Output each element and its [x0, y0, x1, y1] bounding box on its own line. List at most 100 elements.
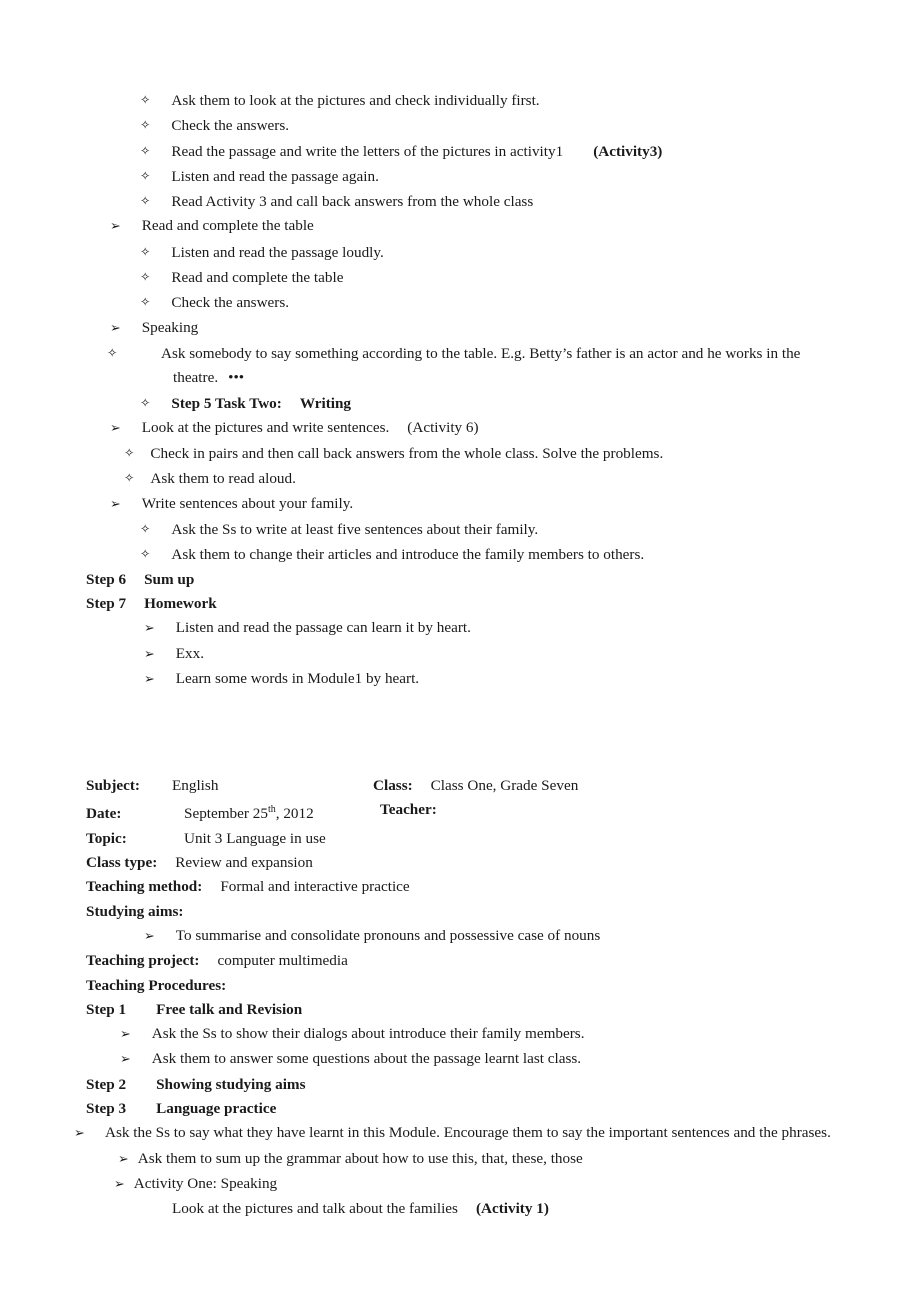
list-item-text: Write sentences about your family.: [141, 494, 354, 512]
arrow-bullet-icon: ➢: [118, 1151, 129, 1167]
field-row-class-type: Class type: Review and expansion: [86, 851, 848, 875]
list-item-text: Listen and read the passage again.: [171, 167, 379, 185]
list-item: ✧ Ask them to read aloud.: [86, 466, 848, 491]
list-item: ✧ Check the answers.: [86, 113, 848, 138]
diamond-bullet-icon: ✧: [140, 142, 151, 158]
arrow-bullet-icon: ➢: [144, 646, 155, 662]
list-item-heading: ➢ Write sentences about your family.: [86, 492, 848, 517]
step7-value: Homework: [144, 594, 217, 612]
step6-heading: Step 6 Sum up: [86, 568, 848, 592]
step2-value: Showing studying aims: [156, 1075, 306, 1093]
step5-label: Step 5 Task Two:: [171, 394, 282, 412]
diamond-bullet-icon: ✧: [124, 445, 135, 461]
diamond-bullet-icon: ✧: [140, 394, 151, 410]
teaching-method-label: Teaching method:: [86, 878, 203, 896]
field-row-subject-class: Subject: English Class: Class One, Grade S…: [86, 774, 848, 798]
subject-label: Subject:: [86, 777, 140, 795]
diamond-bullet-icon: ✧: [140, 92, 151, 107]
document-body: ✧ Ask them to look at the pictures and ch…: [74, 88, 848, 1222]
step7-label: Step 7: [86, 594, 127, 612]
list-item-text: Ask them to look at the pictures and che…: [171, 92, 540, 109]
teaching-method-value: Formal and interactive practice: [220, 878, 410, 896]
list-item: ➢ Listen and read the passage can learn i…: [86, 616, 848, 641]
list-item-heading: ➢ Speaking: [86, 316, 848, 341]
list-item-text: Check in pairs and then call back answer…: [150, 445, 664, 463]
step6-value: Sum up: [144, 570, 195, 588]
step1-heading: Step 1 Free talk and Revision: [86, 998, 848, 1022]
date-label: Date:: [86, 805, 122, 823]
diamond-bullet-icon: ✧: [140, 167, 151, 183]
list-item: ✧ Ask the Ss to write at least five sente…: [86, 517, 848, 542]
arrow-bullet-icon: ➢: [144, 621, 155, 637]
diamond-bullet-icon: ✧: [140, 243, 151, 259]
list-item: ➢ Ask them to answer some questions about…: [86, 1047, 848, 1072]
teaching-procedures-label: Teaching Procedures:: [86, 976, 227, 994]
list-item-text: Ask somebody to say something according …: [161, 344, 801, 387]
arrow-bullet-icon: ➢: [110, 420, 121, 436]
section-lesson-plan-header: Subject: English Class: Class One, Grade S…: [74, 774, 848, 1221]
diamond-bullet-icon: ✧: [124, 470, 135, 486]
diamond-bullet-icon: ✧: [140, 546, 151, 562]
field-row-topic: Topic: Unit 3 Language in use: [86, 827, 848, 851]
arrow-bullet-icon: ➢: [144, 928, 155, 944]
section-continued-procedures: ✧ Ask them to look at the pictures and ch…: [86, 88, 848, 692]
step3-heading: Step 3 Language practice: [86, 1097, 848, 1121]
arrow-bullet-icon: ➢: [110, 320, 121, 336]
list-item: ➢ Ask the Ss to say what they have learnt…: [74, 1124, 831, 1142]
class-type-value: Review and expansion: [175, 854, 313, 872]
list-item-text: Exx.: [175, 644, 204, 662]
step2-label: Step 2: [86, 1075, 127, 1093]
list-item: ➢ Look at the pictures and write sentence…: [86, 416, 848, 441]
class-value: Class One, Grade Seven: [430, 777, 579, 795]
list-item-text: Speaking: [141, 318, 199, 336]
list-item-text: Ask the Ss to write at least five senten…: [171, 521, 539, 539]
field-row-teaching-project: Teaching project: computer multimedia: [86, 949, 848, 973]
activity-tag: (Activity3): [593, 142, 663, 160]
date-value-tail: , 2012: [275, 805, 314, 823]
step3-value: Language practice: [156, 1100, 277, 1118]
list-item-text: Learn some words in Module1 by heart.: [175, 669, 420, 687]
list-item-text: To summarise and consolidate pronouns an…: [175, 926, 601, 944]
topic-value: Unit 3 Language in use: [184, 829, 326, 847]
class-type-label: Class type:: [86, 854, 158, 872]
list-item-text: Ask them to sum up the grammar about how…: [137, 1149, 583, 1167]
arrow-bullet-icon: ➢: [114, 1176, 125, 1192]
studying-aims-label: Studying aims:: [86, 902, 184, 920]
teacher-label: Teacher:: [380, 801, 437, 819]
list-item-text: Listen and read the passage loudly.: [171, 243, 384, 261]
date-ordinal-suffix: th: [267, 804, 276, 816]
list-item: ➢ Ask them to sum up the grammar about ho…: [86, 1147, 848, 1172]
list-item: ✧ Ask them to look at the pictures and ch…: [86, 88, 848, 113]
list-item: ✧ Read the passage and write the letters …: [86, 139, 848, 164]
ellipsis-mark: •••: [228, 369, 245, 387]
list-item-text: Read the passage and write the letters o…: [171, 142, 564, 160]
teaching-procedures-heading: Teaching Procedures:: [86, 974, 848, 998]
step2-heading: Step 2 Showing studying aims: [86, 1073, 848, 1097]
activity1-text: Look at the pictures and talk about the …: [172, 1200, 458, 1218]
diamond-bullet-icon: ✧: [140, 521, 151, 537]
diamond-bullet-icon: ✧: [140, 294, 151, 310]
topic-label: Topic:: [86, 829, 127, 847]
subject-value: English: [172, 777, 219, 795]
list-item-text: Read Activity 3 and call back answers fr…: [171, 193, 534, 211]
class-field: Class: Class One, Grade Seven: [373, 774, 578, 798]
list-item-text: Check the answers.: [171, 294, 290, 312]
step5-value: Writing: [299, 394, 352, 412]
list-item-text: Activity One: Speaking: [133, 1174, 278, 1192]
activity1-line: Look at the pictures and talk about the …: [86, 1197, 848, 1221]
list-item-text: Ask the Ss to say what they have learnt …: [105, 1124, 831, 1142]
list-item-text: Ask them to change their articles and in…: [171, 546, 645, 564]
class-label: Class:: [373, 777, 413, 795]
step6-label: Step 6: [86, 570, 127, 588]
date-value: September 25: [184, 805, 268, 823]
list-item-text: Read and complete the table: [141, 217, 314, 235]
diamond-bullet-icon: ✧: [140, 193, 151, 209]
activity1-tag: (Activity 1): [475, 1200, 549, 1218]
list-item: ✧ Listen and read the passage again.: [86, 164, 848, 189]
list-item-text: Ask them to answer some questions about …: [151, 1050, 582, 1068]
list-item-text: Listen and read the passage can learn it…: [175, 619, 471, 637]
step1-value: Free talk and Revision: [156, 1000, 303, 1018]
list-item-text: Check the answers.: [171, 117, 290, 135]
step5-heading: ✧ Step 5 Task Two: Writing: [86, 391, 848, 416]
document-page: ✧ Ask them to look at the pictures and ch…: [0, 0, 920, 1302]
